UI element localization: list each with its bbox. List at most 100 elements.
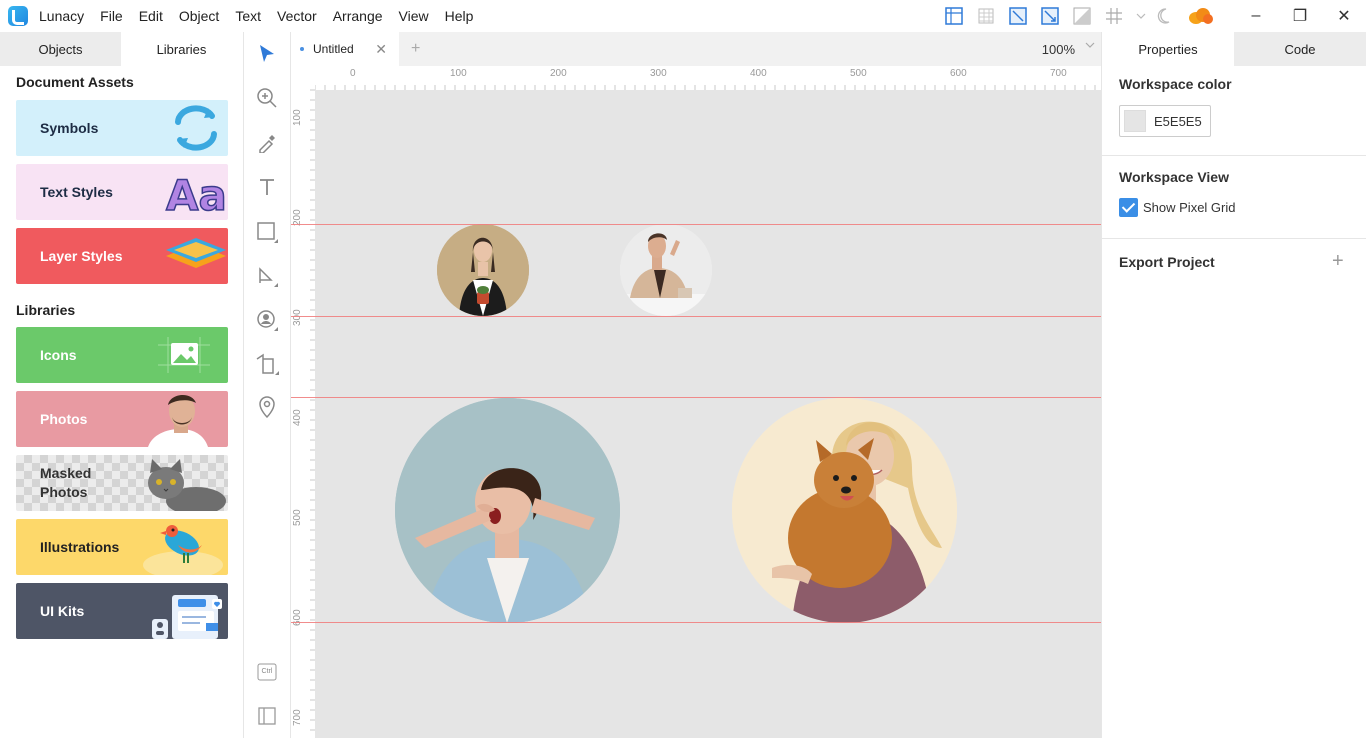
snap-to-object-icon[interactable] — [1040, 6, 1060, 26]
ruler-label: 500 — [850, 68, 867, 79]
library-icons-label: Icons — [40, 347, 77, 363]
asset-symbols-card[interactable]: Symbols — [16, 100, 228, 156]
library-illustrations-card[interactable]: Illustrations — [16, 519, 228, 575]
cloud-icon[interactable] — [1188, 6, 1214, 26]
crop-tool-icon[interactable] — [255, 352, 279, 376]
asset-text-styles-label: Text Styles — [40, 184, 113, 200]
menu-help[interactable]: Help — [442, 6, 477, 26]
toolbar-right: – ❐ ✕ — [944, 0, 1366, 32]
zoom-chevron-down-icon[interactable] — [1085, 40, 1095, 53]
tools-bar: Ctrl — [244, 32, 291, 738]
ruler-label: 600 — [292, 609, 303, 626]
menu-object[interactable]: Object — [176, 6, 222, 26]
restore-button[interactable]: ❐ — [1278, 0, 1322, 32]
asset-layer-styles-card[interactable]: Layer Styles — [16, 228, 228, 284]
ui-kit-thumbnail — [138, 583, 228, 639]
close-tab-icon[interactable]: ✕ — [375, 41, 387, 58]
left-tabs: Objects Libraries — [0, 32, 243, 66]
library-icons-card[interactable]: Icons — [16, 327, 228, 383]
library-photos-card[interactable]: Photos — [16, 391, 228, 447]
show-pixel-grid-checkbox[interactable] — [1119, 198, 1138, 217]
image-icon — [138, 327, 228, 383]
guide-line[interactable] — [291, 622, 1101, 623]
text-tool-icon[interactable] — [255, 175, 279, 199]
guide-line[interactable] — [291, 316, 1101, 317]
cat-thumbnail — [138, 455, 228, 511]
unsaved-dot-icon — [300, 47, 304, 51]
ruler-label: 400 — [750, 68, 767, 79]
left-panel: Objects Libraries Document Assets Symbol… — [0, 32, 244, 738]
map-pin-icon[interactable] — [255, 395, 279, 419]
ruler-label: 700 — [1050, 68, 1067, 79]
tab-libraries[interactable]: Libraries — [121, 32, 242, 66]
export-project-title: Export Project — [1119, 254, 1215, 270]
ctrl-label: Ctrl — [261, 668, 273, 675]
ruler-icon[interactable] — [944, 6, 964, 26]
rectangle-tool-icon[interactable] — [255, 220, 279, 244]
man-photo-thumbnail — [138, 391, 228, 447]
title-bar: Lunacy File Edit Object Text Vector Arra… — [0, 0, 1366, 32]
bird-illustration — [138, 519, 228, 575]
library-masked-photos-card[interactable]: Masked Photos — [16, 455, 228, 511]
menu-arrange[interactable]: Arrange — [330, 6, 386, 26]
workspace-view-title: Workspace View — [1119, 169, 1229, 185]
photo-man-desk[interactable] — [620, 224, 712, 316]
show-pixel-grid-label: Show Pixel Grid — [1143, 200, 1236, 215]
lunacy-logo-icon — [8, 6, 28, 26]
transparency-icon[interactable] — [1072, 6, 1092, 26]
photo-woman-with-dog[interactable] — [732, 398, 957, 623]
zoom-tool-icon[interactable] — [255, 86, 279, 110]
add-tab-icon[interactable]: + — [411, 40, 420, 58]
dark-mode-moon-icon[interactable] — [1156, 6, 1176, 26]
canvas[interactable] — [315, 90, 1101, 738]
keyboard-shortcut-icon[interactable]: Ctrl — [255, 660, 279, 684]
color-swatch[interactable] — [1124, 110, 1146, 132]
layout-grid-icon[interactable] — [976, 6, 996, 26]
pixel-grid-icon[interactable] — [1104, 6, 1124, 26]
right-panel: Properties Code Workspace color E5E5E5 W… — [1101, 32, 1366, 738]
zoom-level[interactable]: 100% — [1042, 42, 1075, 57]
workspace-color-value: E5E5E5 — [1154, 113, 1202, 129]
app-name: Lunacy — [39, 8, 85, 24]
workspace-color-field[interactable]: E5E5E5 — [1119, 105, 1211, 137]
color-picker-icon[interactable] — [255, 131, 279, 155]
tab-untitled[interactable]: Untitled ✕ — [291, 32, 399, 66]
ruler-horizontal: 0 100 200 300 400 500 600 700 — [291, 66, 1101, 90]
guide-line[interactable] — [291, 397, 1101, 398]
ruler-label: 300 — [650, 68, 667, 79]
photo-woman-yawning[interactable] — [395, 398, 620, 623]
menu-edit[interactable]: Edit — [136, 6, 166, 26]
ruler-label: 100 — [292, 109, 303, 126]
photo-woman-plant[interactable] — [437, 224, 529, 316]
close-window-button[interactable]: ✕ — [1322, 0, 1366, 32]
menu-text[interactable]: Text — [232, 6, 264, 26]
tab-code[interactable]: Code — [1234, 32, 1366, 66]
guide-line[interactable] — [291, 224, 1101, 225]
svg-text:Aa: Aa — [166, 171, 227, 220]
avatar-tool-icon[interactable] — [255, 308, 279, 332]
tab-properties[interactable]: Properties — [1102, 32, 1234, 66]
ruler-vertical: 100 200 300 400 500 600 700 — [291, 66, 315, 738]
select-tool-arrow-icon[interactable] — [255, 42, 279, 66]
asset-layer-styles-label: Layer Styles — [40, 248, 123, 264]
menu-vector[interactable]: Vector — [274, 6, 320, 26]
layer-styles-stack-icon — [138, 228, 228, 284]
ruler-label: 500 — [292, 509, 303, 526]
ruler-label: 600 — [950, 68, 967, 79]
menu-view[interactable]: View — [396, 6, 432, 26]
pen-tool-icon[interactable] — [255, 264, 279, 288]
document-assets-title: Document Assets — [16, 74, 134, 90]
ruler-label: 400 — [292, 409, 303, 426]
menu-file[interactable]: File — [97, 6, 126, 26]
ruler-label: 100 — [450, 68, 467, 79]
tab-objects[interactable]: Objects — [0, 32, 121, 66]
minimize-button[interactable]: – — [1234, 0, 1278, 32]
export-add-icon[interactable]: + — [1332, 250, 1344, 273]
ruler-label: 200 — [550, 68, 567, 79]
asset-text-styles-card[interactable]: Text Styles Aa — [16, 164, 228, 220]
panel-toggle-icon[interactable] — [255, 704, 279, 728]
snap-to-pixel-icon[interactable] — [1008, 6, 1028, 26]
library-ui-kits-card[interactable]: UI Kits — [16, 583, 228, 639]
library-photos-label: Photos — [40, 411, 88, 427]
chevron-down-icon[interactable] — [1136, 6, 1146, 26]
